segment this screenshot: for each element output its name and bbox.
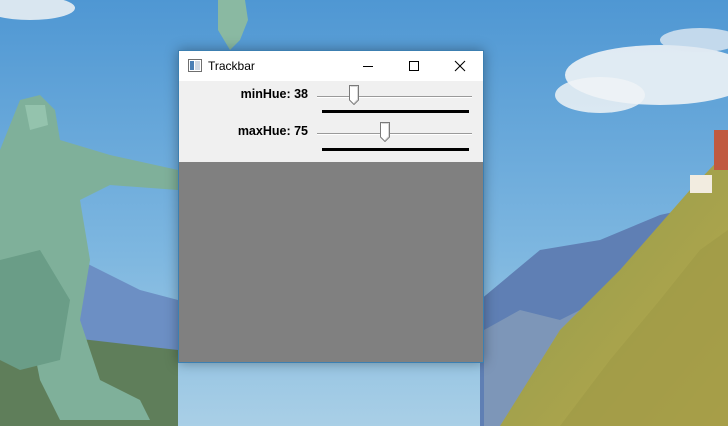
min-hue-slider[interactable] xyxy=(317,83,473,109)
trackbar-window: Trackbar minHue: 38 maxHue: 75 xyxy=(178,50,484,363)
trackbar-panel: minHue: 38 maxHue: 75 xyxy=(179,81,483,162)
max-hue-slider-thumb[interactable] xyxy=(380,122,390,142)
maximize-button[interactable] xyxy=(391,51,437,81)
close-icon xyxy=(454,60,466,72)
min-hue-track-highlight xyxy=(317,97,472,98)
minimize-icon xyxy=(363,66,373,67)
app-icon xyxy=(188,59,202,72)
title-bar[interactable]: Trackbar xyxy=(179,51,483,81)
minimize-button[interactable] xyxy=(345,51,391,81)
max-hue-track-highlight xyxy=(317,134,472,135)
window-title: Trackbar xyxy=(208,59,255,73)
min-hue-baseline xyxy=(322,110,469,113)
min-hue-slider-thumb[interactable] xyxy=(349,85,359,105)
min-hue-label: minHue: 38 xyxy=(240,87,308,101)
close-button[interactable] xyxy=(437,51,483,81)
max-hue-slider[interactable] xyxy=(317,120,473,146)
max-hue-label: maxHue: 75 xyxy=(237,124,308,138)
max-hue-baseline xyxy=(322,148,469,151)
maximize-icon xyxy=(409,61,419,71)
image-display-area xyxy=(179,162,483,362)
